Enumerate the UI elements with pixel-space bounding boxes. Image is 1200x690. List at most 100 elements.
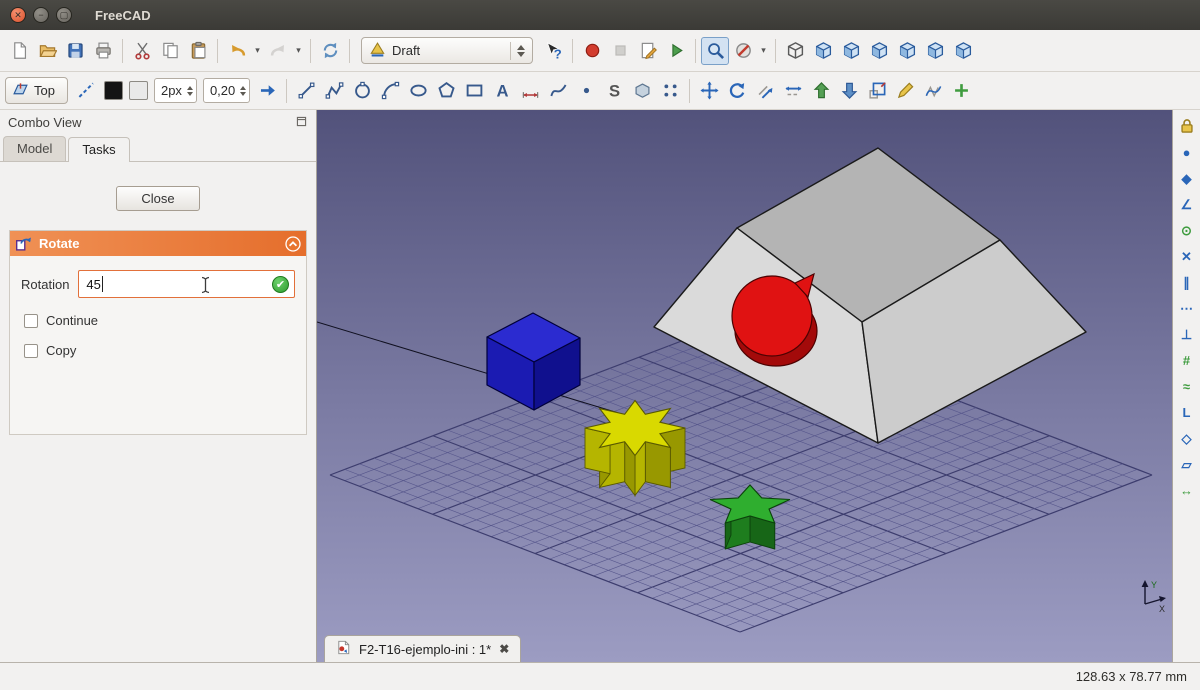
3d-scene[interactable]: Y X bbox=[317, 110, 1172, 662]
draft-point-button[interactable] bbox=[572, 77, 600, 105]
new-document-button[interactable] bbox=[5, 37, 33, 65]
checkbox-icon[interactable] bbox=[24, 313, 38, 328]
snap-angle-icon[interactable]: ∠ bbox=[1176, 193, 1198, 215]
undock-icon[interactable] bbox=[295, 115, 308, 131]
draft-polygon-button[interactable] bbox=[432, 77, 460, 105]
snap-center-icon[interactable]: ⊙ bbox=[1176, 219, 1198, 241]
draft-text-button[interactable]: A bbox=[488, 77, 516, 105]
line-color-swatch[interactable] bbox=[103, 81, 123, 100]
tab-model[interactable]: Model bbox=[3, 136, 67, 161]
undo-dropdown[interactable]: ▾ bbox=[251, 37, 264, 65]
collapse-icon[interactable] bbox=[285, 235, 301, 252]
apply-style-button[interactable] bbox=[253, 77, 281, 105]
snap-intersection-icon[interactable]: ✕ bbox=[1176, 245, 1198, 267]
snap-perpendicular-icon[interactable]: ⊥ bbox=[1176, 323, 1198, 345]
draft-move-button[interactable] bbox=[695, 77, 723, 105]
window-maximize-button[interactable]: ▢ bbox=[56, 7, 72, 23]
print-button[interactable] bbox=[89, 37, 117, 65]
draft-ellipse-button[interactable] bbox=[404, 77, 432, 105]
line-width-value: 2px bbox=[160, 83, 182, 98]
freecad-window: ✕ − ▢ FreeCAD ▾ ▾ Draft ? ▾ Top 2px 0,20… bbox=[0, 0, 1200, 690]
snap-midpoint-icon[interactable]: ◆ bbox=[1176, 167, 1198, 189]
refresh-button[interactable] bbox=[316, 37, 344, 65]
copy-button[interactable] bbox=[156, 37, 184, 65]
clipping-plane-button[interactable] bbox=[729, 37, 757, 65]
macro-play-button[interactable] bbox=[662, 37, 690, 65]
whats-this-button[interactable]: ? bbox=[539, 37, 567, 65]
checkbox-icon[interactable] bbox=[24, 343, 38, 358]
3d-viewport[interactable]: Y X F2-T16-ejemplo-ini : 1* ✖ bbox=[317, 110, 1172, 662]
bottom-view-button[interactable] bbox=[949, 37, 977, 65]
cut-button[interactable] bbox=[128, 37, 156, 65]
draft-wire-to-bspline-button[interactable] bbox=[919, 77, 947, 105]
clipping-dropdown[interactable]: ▾ bbox=[757, 37, 770, 65]
close-task-button[interactable]: Close bbox=[116, 186, 200, 211]
snap-grid-icon[interactable]: # bbox=[1176, 349, 1198, 371]
macro-edit-button[interactable] bbox=[634, 37, 662, 65]
spinner-arrows-icon[interactable] bbox=[186, 85, 193, 96]
window-minimize-button[interactable]: − bbox=[33, 7, 49, 23]
workbench-selector[interactable]: Draft bbox=[361, 37, 533, 64]
fit-all-button[interactable] bbox=[781, 37, 809, 65]
copy-checkbox[interactable]: Copy bbox=[24, 343, 295, 358]
face-color-swatch[interactable] bbox=[128, 81, 148, 100]
draft-add-point-button[interactable] bbox=[947, 77, 975, 105]
snap-dimensions-icon[interactable]: ↔ bbox=[1176, 479, 1198, 501]
red-knob[interactable] bbox=[731, 272, 818, 367]
draft-offset-button[interactable] bbox=[751, 77, 779, 105]
draft-rectangle-button[interactable] bbox=[460, 77, 488, 105]
zoom-box-selection-button[interactable] bbox=[701, 36, 729, 65]
front-view-button[interactable] bbox=[837, 37, 865, 65]
line-width-spinner[interactable]: 2px bbox=[153, 78, 197, 103]
window-close-button[interactable]: ✕ bbox=[10, 7, 26, 23]
axonometric-view-button[interactable] bbox=[809, 37, 837, 65]
spinner-arrows-icon[interactable] bbox=[240, 85, 247, 96]
working-plane-button[interactable]: Top bbox=[5, 77, 68, 104]
draft-wire-button[interactable] bbox=[320, 77, 348, 105]
document-tab[interactable]: F2-T16-ejemplo-ini : 1* ✖ bbox=[324, 635, 522, 662]
open-document-button[interactable] bbox=[33, 37, 61, 65]
draft-scale-button[interactable] bbox=[863, 77, 891, 105]
copy-label: Copy bbox=[46, 343, 77, 358]
draft-circle-button[interactable] bbox=[348, 77, 376, 105]
draft-rotate-button[interactable] bbox=[723, 77, 751, 105]
tab-close-icon[interactable]: ✖ bbox=[499, 642, 509, 656]
draft-arc-button[interactable] bbox=[376, 77, 404, 105]
snap-lock-icon[interactable] bbox=[1176, 115, 1198, 137]
draft-downgrade-button[interactable] bbox=[835, 77, 863, 105]
snap-parallel-icon[interactable]: ∥ bbox=[1176, 271, 1198, 293]
scale-spinner[interactable]: 0,20 bbox=[202, 78, 251, 103]
construction-mode-button[interactable] bbox=[73, 77, 101, 105]
draft-upgrade-button[interactable] bbox=[807, 77, 835, 105]
draft-bspline-button[interactable] bbox=[544, 77, 572, 105]
snap-special-icon[interactable]: ◇ bbox=[1176, 427, 1198, 449]
redo-dropdown[interactable]: ▾ bbox=[292, 37, 305, 65]
draft-shapestring-button[interactable]: S bbox=[600, 77, 628, 105]
draft-point-array-button[interactable] bbox=[656, 77, 684, 105]
snap-endpoint-icon[interactable]: ● bbox=[1176, 141, 1198, 163]
snap-ortho-icon[interactable]: L bbox=[1176, 401, 1198, 423]
snap-working-plane-icon[interactable]: ▱ bbox=[1176, 453, 1198, 475]
right-view-button[interactable] bbox=[893, 37, 921, 65]
top-view-button[interactable] bbox=[865, 37, 893, 65]
separator bbox=[689, 78, 691, 103]
macro-record-button[interactable] bbox=[578, 37, 606, 65]
draft-dimension-button[interactable] bbox=[516, 77, 544, 105]
continue-checkbox[interactable]: Continue bbox=[24, 313, 295, 328]
paste-button[interactable] bbox=[184, 37, 212, 65]
rotation-input[interactable]: 45 ✔ bbox=[78, 270, 295, 298]
draft-facebinder-button[interactable] bbox=[628, 77, 656, 105]
undo-button[interactable] bbox=[223, 37, 251, 65]
snap-near-icon[interactable]: ≈ bbox=[1176, 375, 1198, 397]
snap-extension-icon[interactable]: ⋯ bbox=[1176, 297, 1198, 319]
draft-trimex-button[interactable] bbox=[779, 77, 807, 105]
rear-view-button[interactable] bbox=[921, 37, 949, 65]
save-button[interactable] bbox=[61, 37, 89, 65]
rotate-task-header[interactable]: Rotate bbox=[10, 231, 306, 256]
rotation-value: 45 bbox=[86, 276, 101, 292]
draft-line-button[interactable] bbox=[292, 77, 320, 105]
redo-button[interactable] bbox=[264, 37, 292, 65]
draft-edit-button[interactable] bbox=[891, 77, 919, 105]
tab-tasks[interactable]: Tasks bbox=[68, 137, 130, 162]
macro-stop-button[interactable] bbox=[606, 37, 634, 65]
